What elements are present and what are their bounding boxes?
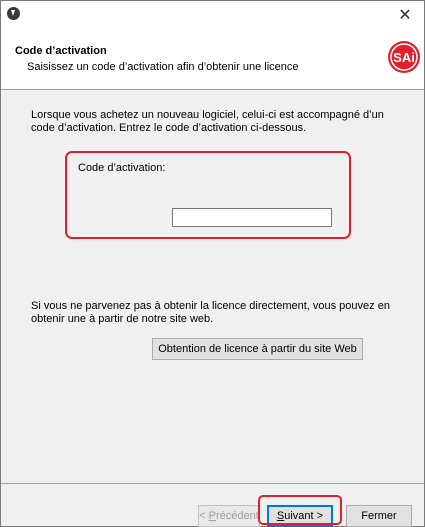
code-label: Code d’activation: bbox=[78, 162, 166, 174]
next-button[interactable]: Suivant > bbox=[267, 505, 333, 527]
next-rest: uivant > bbox=[284, 510, 324, 522]
logo-text: SAi bbox=[393, 50, 415, 65]
page-subtitle: Saisissez un code d’activation afin d’ob… bbox=[27, 61, 299, 73]
wizard-header: Code d’activation Saisissez un code d’ac… bbox=[1, 31, 424, 89]
web-license-button[interactable]: Obtention de licence à partir du site We… bbox=[152, 338, 363, 360]
previous-button[interactable]: < Précédent bbox=[198, 505, 260, 527]
web-info-text: Si vous ne parvenez pas à obtenir la lic… bbox=[31, 300, 390, 325]
page-title: Code d’activation bbox=[15, 45, 107, 57]
sai-logo: SAi bbox=[388, 41, 420, 73]
intro-text: Lorsque vous achetez un nouveau logiciel… bbox=[31, 109, 384, 134]
title-bar: ✕ bbox=[1, 1, 424, 31]
close-icon[interactable]: ✕ bbox=[392, 3, 418, 27]
prev-mnemonic: P bbox=[208, 510, 216, 522]
prev-rest: récédent bbox=[216, 510, 259, 522]
activation-code-input[interactable] bbox=[172, 208, 332, 227]
activation-dialog: ✕ Code d’activation Saisissez un code d’… bbox=[0, 0, 425, 527]
close-button[interactable]: Fermer bbox=[346, 505, 412, 527]
download-circle-icon bbox=[7, 7, 20, 20]
prev-prefix: < bbox=[199, 510, 209, 522]
content-panel bbox=[1, 90, 424, 483]
